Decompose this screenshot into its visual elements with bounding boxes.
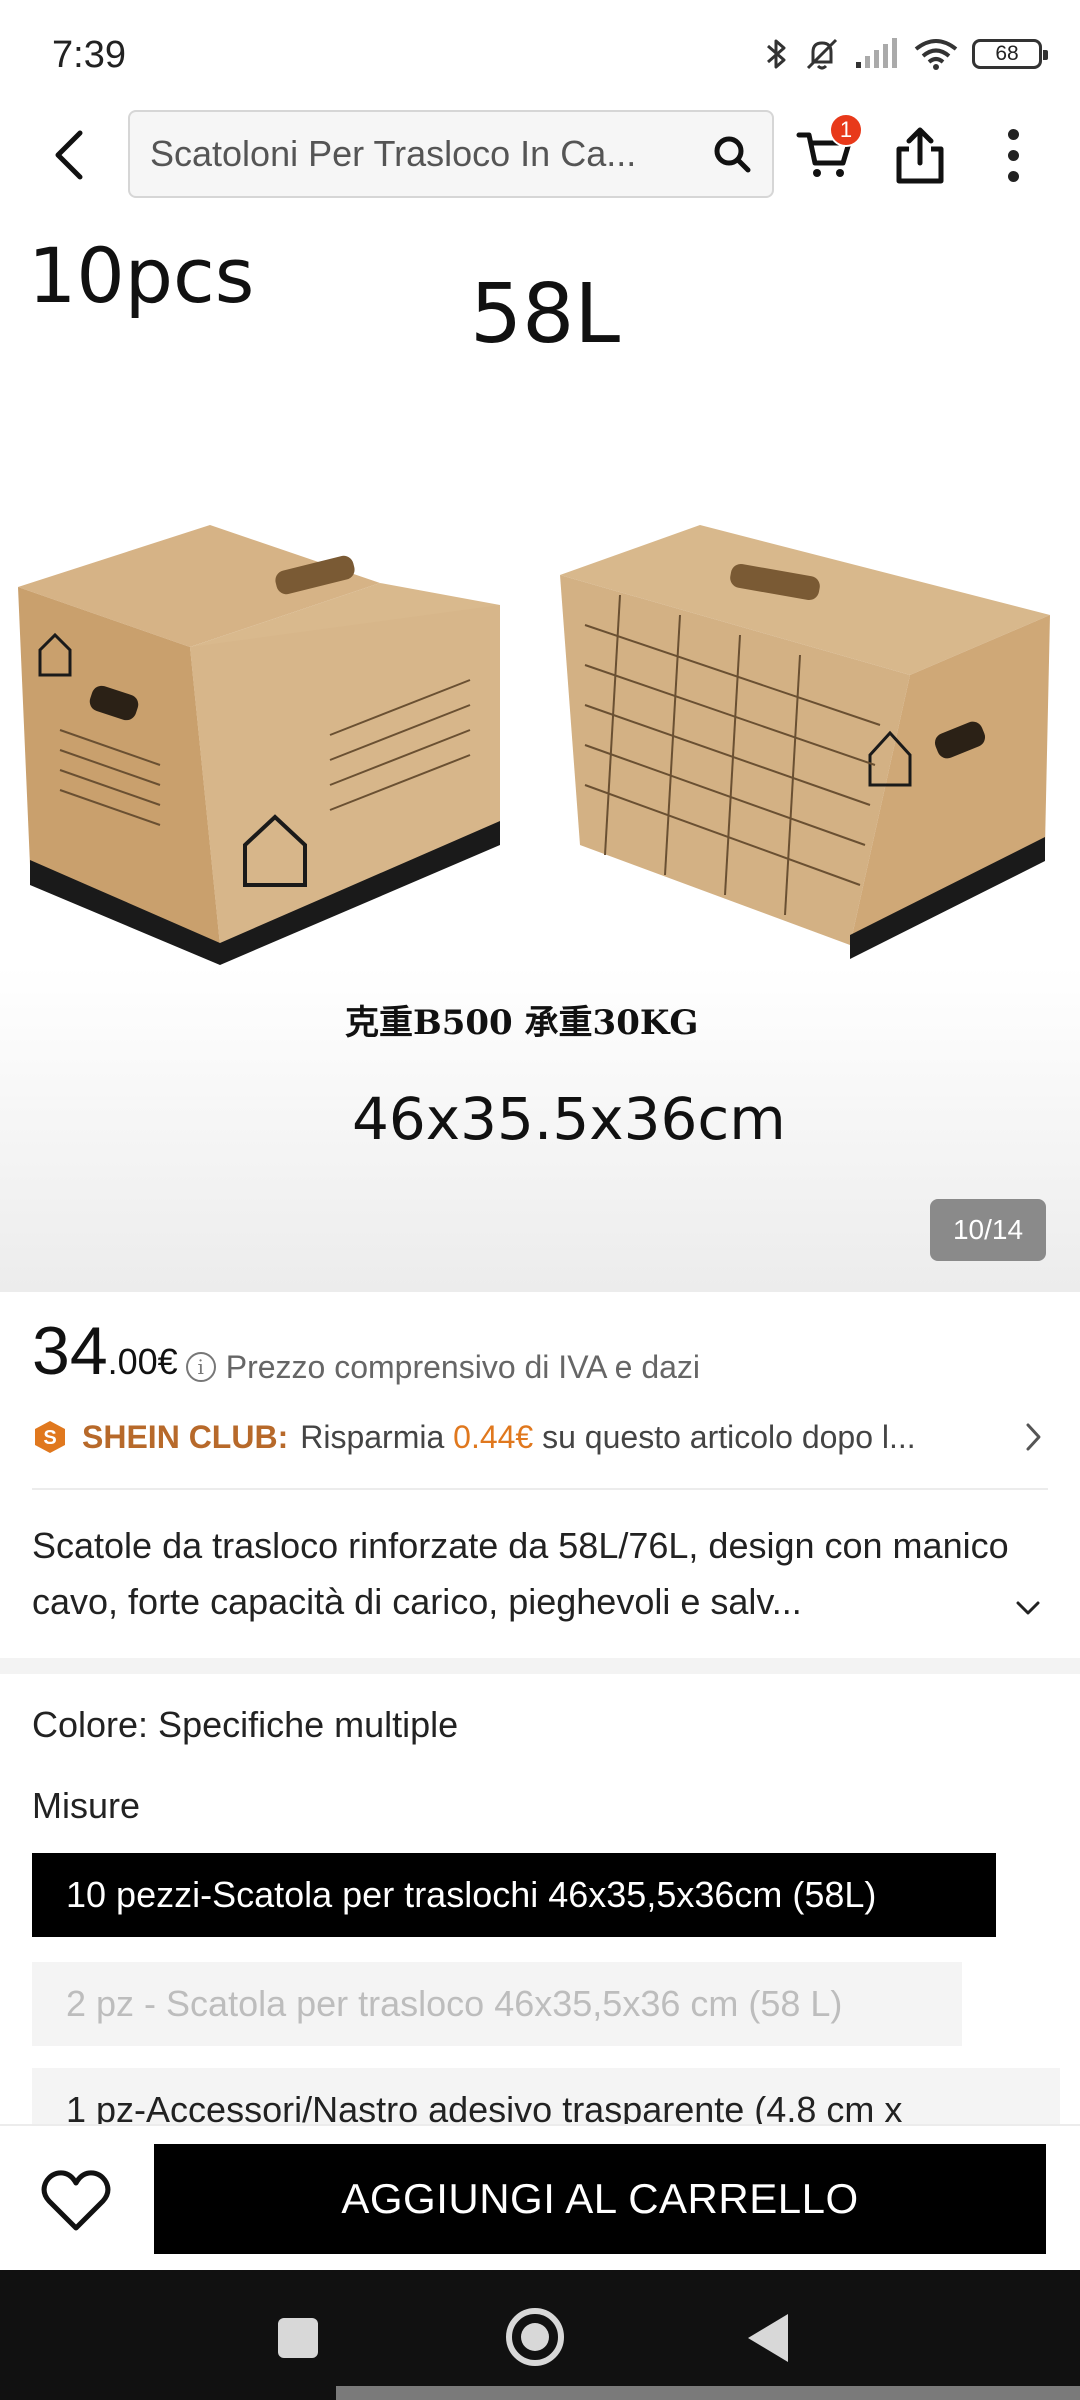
shein-club-row[interactable]: S SHEIN CLUB: Risparmia 0.44€ su questo … bbox=[32, 1412, 1048, 1462]
expand-description-button[interactable] bbox=[1010, 1590, 1046, 1626]
mute-icon bbox=[806, 38, 838, 70]
add-to-cart-button[interactable]: AGGIUNGI AL CARRELLO bbox=[154, 2144, 1046, 2254]
status-bar: 7:39 68 bbox=[0, 0, 1080, 105]
image-pieces-text: 10pcs bbox=[28, 231, 255, 320]
bluetooth-icon bbox=[767, 39, 786, 69]
wifi-icon bbox=[914, 39, 958, 70]
cardboard-boxes-illustration bbox=[18, 525, 1050, 965]
price-integer: 34 bbox=[32, 1313, 108, 1389]
size-option-disabled[interactable]: 2 pz - Scatola per trasloco 46x35,5x36 c… bbox=[32, 1962, 962, 2046]
product-image-gallery[interactable]: 10pcs 58L 克重B500 承重30KG 46x35.5x36cm 10/… bbox=[0, 205, 1080, 1292]
search-text: Scatoloni Per Trasloco In Ca... bbox=[150, 133, 637, 174]
cart-badge: 1 bbox=[829, 113, 863, 147]
info-icon[interactable]: i bbox=[185, 1352, 216, 1382]
more-dot bbox=[1007, 170, 1019, 182]
system-back-button[interactable] bbox=[748, 2314, 788, 2362]
heart-icon bbox=[41, 2170, 111, 2231]
description-fade bbox=[850, 1574, 1010, 1630]
wishlist-button[interactable] bbox=[36, 2166, 116, 2236]
price-decimal: .00€ bbox=[107, 1341, 178, 1382]
header: Scatoloni Per Trasloco In Ca... 1 bbox=[0, 105, 1080, 205]
back-arrow-icon bbox=[55, 130, 83, 180]
club-text-before: Risparmia bbox=[300, 1418, 454, 1455]
image-size-text: 46x35.5x36cm bbox=[352, 1085, 786, 1153]
price-note-text: Prezzo comprensivo di IVA e dazi bbox=[225, 1348, 701, 1385]
more-dot bbox=[1007, 128, 1019, 140]
size-option-selected[interactable]: 10 pezzi-Scatola per traslochi 46x35,5x3… bbox=[32, 1853, 996, 1937]
home-button[interactable] bbox=[506, 2308, 564, 2366]
bottom-action-bar: AGGIUNGI AL CARRELLO bbox=[0, 2124, 1080, 2270]
gesture-handle bbox=[336, 2386, 1080, 2400]
image-counter: 10/14 bbox=[930, 1199, 1046, 1261]
share-icon bbox=[896, 127, 944, 184]
color-label: Colore: Specifiche multiple bbox=[32, 1704, 459, 1745]
system-navigation-bar bbox=[0, 2270, 1080, 2400]
shein-club-icon: S bbox=[35, 1421, 65, 1453]
signal-icon bbox=[856, 38, 897, 68]
back-button[interactable] bbox=[40, 125, 96, 185]
home-icon bbox=[521, 2323, 549, 2351]
image-spec-text: 克重B500 承重30KG bbox=[345, 1003, 699, 1043]
club-text: Risparmia 0.44€ su questo articolo dopo … bbox=[300, 1419, 1010, 1456]
recent-apps-button[interactable] bbox=[278, 2318, 318, 2358]
size-label: Misure bbox=[32, 1785, 141, 1826]
section-divider bbox=[0, 1658, 1080, 1674]
chevron-right-icon bbox=[1020, 1419, 1048, 1455]
club-name: SHEIN CLUB: bbox=[82, 1418, 289, 1455]
club-text-after: su questo articolo dopo l... bbox=[533, 1418, 916, 1455]
search-input[interactable]: Scatoloni Per Trasloco In Ca... bbox=[128, 110, 774, 198]
image-volume-text: 58L bbox=[470, 267, 621, 362]
price-note: i Prezzo comprensivo di IVA e dazi bbox=[185, 1348, 701, 1386]
more-vertical-icon[interactable] bbox=[990, 123, 1036, 187]
status-time: 7:39 bbox=[52, 34, 126, 76]
svg-text:S: S bbox=[43, 1427, 56, 1449]
share-button[interactable] bbox=[888, 123, 952, 187]
chevron-down-icon bbox=[1016, 1601, 1040, 1615]
battery-level: 68 bbox=[995, 42, 1019, 65]
search-icon[interactable] bbox=[710, 132, 754, 176]
price-row: 34 .00€ i Prezzo comprensivo di IVA e da… bbox=[32, 1312, 700, 1390]
club-amount: 0.44€ bbox=[453, 1418, 534, 1455]
status-icons: 68 bbox=[764, 36, 1048, 72]
more-dot bbox=[1007, 149, 1019, 161]
cart-button[interactable]: 1 bbox=[795, 113, 863, 187]
battery-icon: 68 bbox=[972, 39, 1048, 69]
divider bbox=[32, 1488, 1048, 1490]
